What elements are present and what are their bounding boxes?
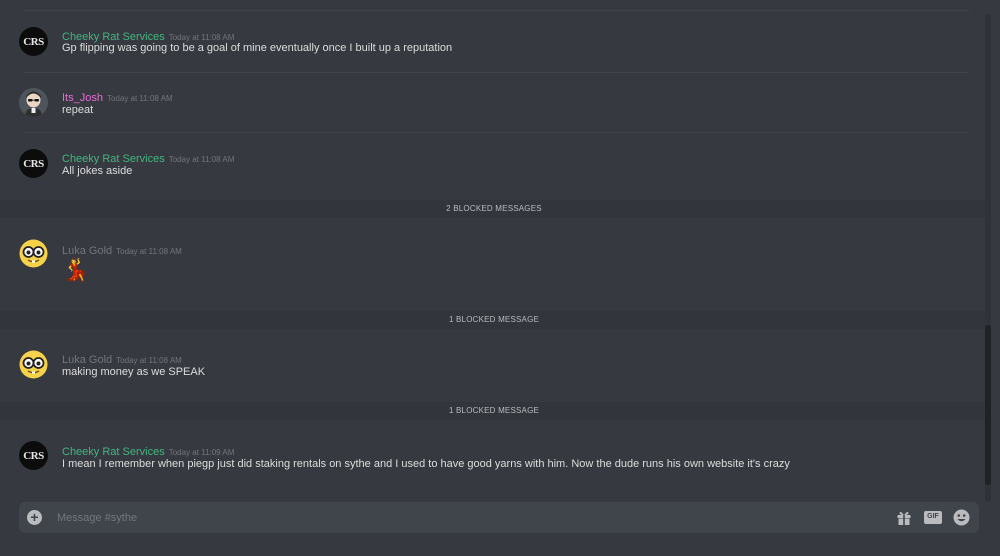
message-text: All jokes aside — [62, 165, 133, 177]
timestamp: Today at 11:08 AM — [168, 33, 235, 42]
username[interactable]: Luka Gold — [62, 354, 112, 366]
nerd-face-avatar-icon — [19, 239, 48, 268]
gift-icon[interactable] — [895, 509, 913, 526]
scrollbar-thumb[interactable] — [985, 325, 991, 485]
timestamp: Today at 11:08 AM — [116, 356, 182, 365]
message-list[interactable]: CRS Cheeky Rat Services Today at 11:08 AM… — [0, 14, 985, 502]
smiley-emoji-icon[interactable] — [952, 509, 970, 526]
avatar[interactable]: CRS — [19, 149, 48, 178]
avatar-text: CRS — [23, 449, 44, 462]
gif-icon[interactable]: GIF — [924, 509, 942, 526]
avatar[interactable] — [19, 239, 48, 268]
blocked-messages-bar[interactable]: 1 BLOCKED MESSAGE — [0, 311, 985, 329]
message-divider — [24, 72, 968, 73]
message-divider — [24, 132, 968, 133]
message-text: repeat — [62, 104, 94, 116]
avatar[interactable] — [19, 350, 48, 379]
bottom-edge — [0, 540, 1000, 556]
blocked-messages-bar[interactable]: 1 BLOCKED MESSAGE — [0, 402, 985, 420]
avatar[interactable]: CRS — [19, 441, 48, 470]
message-text: I mean I remember when piegp just did st… — [62, 458, 790, 470]
username[interactable]: Cheeky Rat Services — [62, 446, 165, 458]
avatar[interactable]: CRS — [19, 27, 48, 56]
message-composer: + GIF — [19, 502, 979, 533]
blocked-messages-label: 1 BLOCKED MESSAGE — [448, 315, 540, 324]
message-input[interactable] — [57, 508, 857, 527]
plus-circle-icon[interactable]: + — [27, 510, 42, 525]
gif-label: GIF — [924, 511, 942, 524]
avatar-text: CRS — [23, 157, 44, 170]
message-text: making money as we SPEAK — [62, 366, 206, 378]
message-text: Gp flipping was going to be a goal of mi… — [62, 42, 453, 54]
blocked-messages-label: 1 BLOCKED MESSAGE — [448, 406, 540, 415]
blocked-messages-label: 2 BLOCKED MESSAGES — [446, 204, 542, 213]
timestamp: Today at 11:08 AM — [116, 247, 182, 256]
avatar-text: CRS — [23, 35, 44, 48]
nerd-face-avatar-icon — [19, 350, 48, 379]
timestamp: Today at 11:08 AM — [106, 94, 173, 103]
avatar[interactable] — [19, 88, 48, 117]
blocked-messages-bar[interactable]: 2 BLOCKED MESSAGES — [0, 200, 985, 218]
dancer-emoji: 💃 — [62, 257, 90, 282]
top-edge — [0, 0, 1000, 14]
timestamp: Today at 11:08 AM — [168, 155, 235, 164]
username[interactable]: Its_Josh — [62, 92, 103, 104]
anime-avatar-icon — [19, 88, 48, 117]
timestamp: Today at 11:09 AM — [168, 448, 235, 457]
username[interactable]: Cheeky Rat Services — [62, 153, 165, 165]
